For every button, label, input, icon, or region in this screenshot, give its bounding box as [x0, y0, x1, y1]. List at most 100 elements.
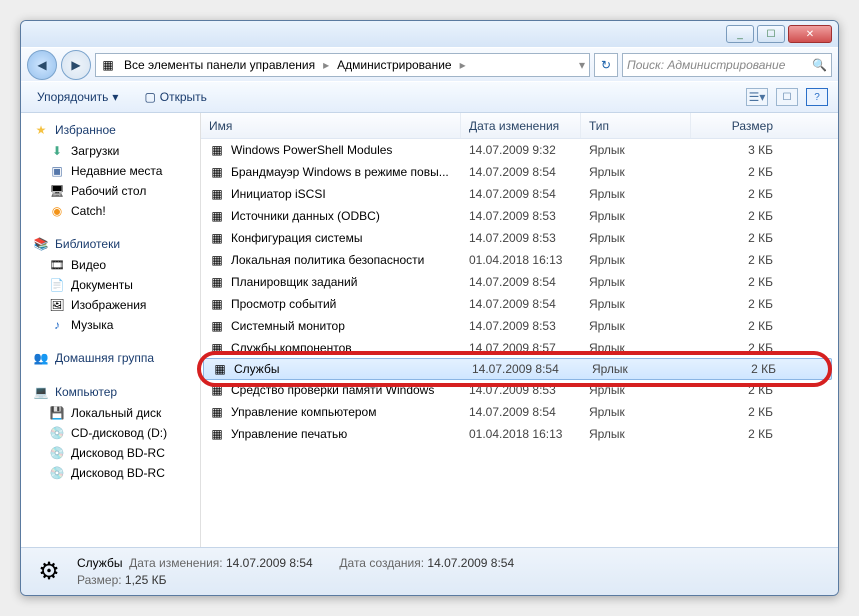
- file-row[interactable]: ▦Службы компонентов14.07.2009 8:57Ярлык2…: [201, 337, 838, 359]
- chevron-down-icon[interactable]: ▾: [579, 58, 585, 72]
- close-button[interactable]: ✕: [788, 25, 832, 43]
- shortcut-icon: ▦: [209, 230, 225, 246]
- file-row[interactable]: ▦Брандмауэр Windows в режиме повы...14.0…: [201, 161, 838, 183]
- file-row[interactable]: ▦Источники данных (ODBC)14.07.2009 8:53Я…: [201, 205, 838, 227]
- titlebar: _ ☐ ✕: [21, 21, 838, 47]
- file-row[interactable]: ▦Планировщик заданий14.07.2009 8:54Ярлык…: [201, 271, 838, 293]
- cpl-icon: ▦: [100, 57, 116, 73]
- column-header-name[interactable]: Имя: [201, 113, 461, 138]
- breadcrumb[interactable]: Все элементы панели управления: [120, 56, 319, 74]
- sidebar-homegroup-header[interactable]: 👥Домашняя группа: [31, 347, 194, 369]
- chevron-right-icon[interactable]: ▸: [460, 58, 466, 72]
- music-icon: ♪: [49, 317, 65, 333]
- file-row[interactable]: ▦Локальная политика безопасности01.04.20…: [201, 249, 838, 271]
- column-header-type[interactable]: Тип: [581, 113, 691, 138]
- sidebar-favorites-header[interactable]: ★Избранное: [31, 119, 194, 141]
- file-type: Ярлык: [581, 405, 691, 419]
- preview-pane-button[interactable]: ☐: [776, 88, 798, 106]
- file-date: 14.07.2009 8:54: [461, 275, 581, 289]
- file-row[interactable]: ▦Инициатор iSCSI14.07.2009 8:54Ярлык2 КБ: [201, 183, 838, 205]
- sidebar-item-bd-drive[interactable]: 💿Дисковод BD-RС: [31, 443, 194, 463]
- sidebar-item-downloads[interactable]: ⬇Загрузки: [31, 141, 194, 161]
- shortcut-icon: ▦: [209, 142, 225, 158]
- file-size: 2 КБ: [694, 362, 784, 376]
- file-type: Ярлык: [581, 253, 691, 267]
- chevron-right-icon[interactable]: ▸: [323, 58, 329, 72]
- file-date: 14.07.2009 9:32: [461, 143, 581, 157]
- file-date: 14.07.2009 8:53: [461, 383, 581, 397]
- file-name: Windows PowerShell Modules: [231, 143, 392, 157]
- bd-icon: 💿: [49, 465, 65, 481]
- file-type: Ярлык: [581, 187, 691, 201]
- library-icon: 📚: [33, 236, 49, 252]
- content-area: ★Избранное ⬇Загрузки ▣Недавние места 🖥Ра…: [21, 113, 838, 547]
- search-input[interactable]: Поиск: Администрирование 🔍: [622, 53, 832, 77]
- sidebar-item-cd-drive[interactable]: 💿CD-дисковод (D:): [31, 423, 194, 443]
- help-button[interactable]: ?: [806, 88, 828, 106]
- shortcut-icon: ▦: [209, 164, 225, 180]
- sidebar-item-music[interactable]: ♪Музыка: [31, 315, 194, 335]
- sidebar-item-bd-drive[interactable]: 💿Дисковод BD-RС: [31, 463, 194, 483]
- file-row[interactable]: ▦Системный монитор14.07.2009 8:53Ярлык2 …: [201, 315, 838, 337]
- file-name: Планировщик заданий: [231, 275, 357, 289]
- shortcut-icon: ▦: [209, 186, 225, 202]
- sidebar-item-images[interactable]: 🖼Изображения: [31, 295, 194, 315]
- file-name: Управление печатью: [231, 427, 347, 441]
- sidebar-item-recent[interactable]: ▣Недавние места: [31, 161, 194, 181]
- sidebar-computer-header[interactable]: 💻Компьютер: [31, 381, 194, 403]
- explorer-window: _ ☐ ✕ ◀ ▶ ▦ Все элементы панели управлен…: [20, 20, 839, 596]
- maximize-button[interactable]: ☐: [757, 25, 785, 43]
- file-size: 2 КБ: [691, 405, 781, 419]
- status-date-label: Дата изменения:: [129, 556, 223, 570]
- open-button[interactable]: ▢ Открыть: [138, 87, 212, 107]
- recent-icon: ▣: [49, 163, 65, 179]
- back-button[interactable]: ◀: [27, 50, 57, 80]
- column-header-size[interactable]: Размер: [691, 113, 781, 138]
- file-row[interactable]: ▦Управление печатью01.04.2018 16:13Ярлык…: [201, 423, 838, 445]
- image-icon: 🖼: [49, 297, 65, 313]
- file-date: 14.07.2009 8:54: [461, 405, 581, 419]
- file-type: Ярлык: [581, 165, 691, 179]
- file-row[interactable]: ▦Управление компьютером14.07.2009 8:54Яр…: [201, 401, 838, 423]
- nav-pane[interactable]: ★Избранное ⬇Загрузки ▣Недавние места 🖥Ра…: [21, 113, 201, 547]
- shortcut-icon: ▦: [209, 274, 225, 290]
- desktop-icon: 🖥: [49, 183, 65, 199]
- file-row[interactable]: ▦Службы14.07.2009 8:54Ярлык2 КБ: [203, 358, 832, 380]
- chevron-down-icon: ▾: [112, 90, 118, 104]
- sidebar-item-local-disk[interactable]: 💾Локальный диск: [31, 403, 194, 423]
- column-header-date[interactable]: Дата изменения: [461, 113, 581, 138]
- shortcut-icon: ▦: [209, 318, 225, 334]
- shortcut-icon: ▦: [212, 361, 228, 377]
- forward-button[interactable]: ▶: [61, 50, 91, 80]
- sidebar-item-documents[interactable]: 📄Документы: [31, 275, 194, 295]
- shortcut-icon: ▦: [209, 252, 225, 268]
- sidebar-item-video[interactable]: 🎞Видео: [31, 255, 194, 275]
- status-created-value: 14.07.2009 8:54: [427, 556, 514, 570]
- file-size: 2 КБ: [691, 275, 781, 289]
- minimize-button[interactable]: _: [726, 25, 754, 43]
- file-type: Ярлык: [581, 231, 691, 245]
- views-button[interactable]: ☰▾: [746, 88, 768, 106]
- file-name: Средство проверки памяти Windows: [231, 383, 434, 397]
- file-size: 2 КБ: [691, 341, 781, 355]
- file-row[interactable]: ▦Просмотр событий14.07.2009 8:54Ярлык2 К…: [201, 293, 838, 315]
- file-size: 2 КБ: [691, 297, 781, 311]
- file-date: 14.07.2009 8:54: [461, 297, 581, 311]
- file-list: Имя Дата изменения Тип Размер ▦ Windows P…: [201, 113, 838, 547]
- status-date-value: 14.07.2009 8:54: [226, 556, 313, 570]
- catch-icon: ◉: [49, 203, 65, 219]
- sidebar-item-catch[interactable]: ◉Catch!: [31, 201, 194, 221]
- sidebar-libraries-header[interactable]: 📚Библиотеки: [31, 233, 194, 255]
- file-row[interactable]: ▦ Windows PowerShell Modules 14.07.2009 9:…: [201, 139, 838, 161]
- file-name: Просмотр событий: [231, 297, 336, 311]
- file-row[interactable]: ▦Средство проверки памяти Windows14.07.2…: [201, 379, 838, 401]
- breadcrumb[interactable]: Администрирование: [333, 56, 455, 74]
- address-bar[interactable]: ▦ Все элементы панели управления ▸ Админ…: [95, 53, 590, 77]
- organize-button[interactable]: Упорядочить ▾: [31, 87, 124, 107]
- file-row[interactable]: ▦Конфигурация системы14.07.2009 8:53Ярлы…: [201, 227, 838, 249]
- refresh-button[interactable]: ↻: [594, 53, 618, 77]
- file-size: 2 КБ: [691, 231, 781, 245]
- search-icon: 🔍: [812, 58, 827, 72]
- open-label: Открыть: [160, 90, 207, 104]
- sidebar-item-desktop[interactable]: 🖥Рабочий стол: [31, 181, 194, 201]
